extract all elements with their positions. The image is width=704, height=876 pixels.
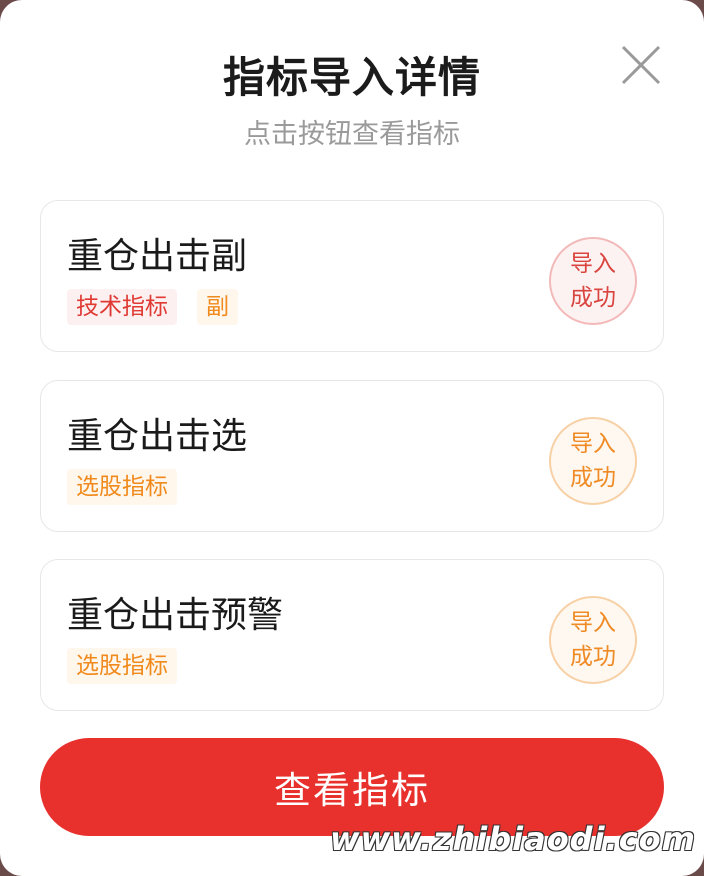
stamp-line-2: 成功: [570, 465, 616, 491]
close-icon[interactable]: [620, 44, 662, 86]
tag-list: 选股指标: [67, 648, 177, 684]
tag-list: 选股指标: [67, 469, 177, 505]
indicator-card: 重仓出击预警 选股指标 导入 成功: [40, 559, 664, 711]
stamp-line-2: 成功: [570, 285, 616, 311]
import-success-stamp: 导入 成功: [549, 596, 637, 684]
tag-sub: 副: [197, 289, 238, 325]
indicator-name: 重仓出击副: [67, 236, 248, 277]
tag-technical-indicator: 技术指标: [67, 289, 177, 325]
indicator-card: 重仓出击副 技术指标 副 导入 成功: [40, 200, 664, 352]
stamp-line-1: 导入: [570, 610, 616, 636]
tag-stock-selection: 选股指标: [67, 469, 177, 505]
import-success-stamp: 导入 成功: [549, 237, 637, 325]
indicator-card: 重仓出击选 选股指标 导入 成功: [40, 380, 664, 532]
tag-list: 技术指标 副: [67, 289, 238, 325]
stamp-line-1: 导入: [570, 431, 616, 457]
dialog-title: 指标导入详情: [222, 53, 481, 102]
stamp-line-2: 成功: [570, 644, 616, 670]
stamp-line-1: 导入: [570, 251, 616, 277]
tag-stock-selection: 选股指标: [67, 648, 177, 684]
dialog-subtitle: 点击按钮查看指标: [244, 119, 460, 150]
indicator-name: 重仓出击预警: [67, 595, 284, 636]
watermark-logo: www.zhibiaodi.com: [330, 820, 696, 858]
import-success-stamp: 导入 成功: [549, 417, 637, 505]
import-details-dialog: 指标导入详情 点击按钮查看指标 重仓出击副 技术指标 副 导入 成功 重仓出击选…: [0, 0, 704, 876]
indicator-name: 重仓出击选: [67, 416, 248, 457]
